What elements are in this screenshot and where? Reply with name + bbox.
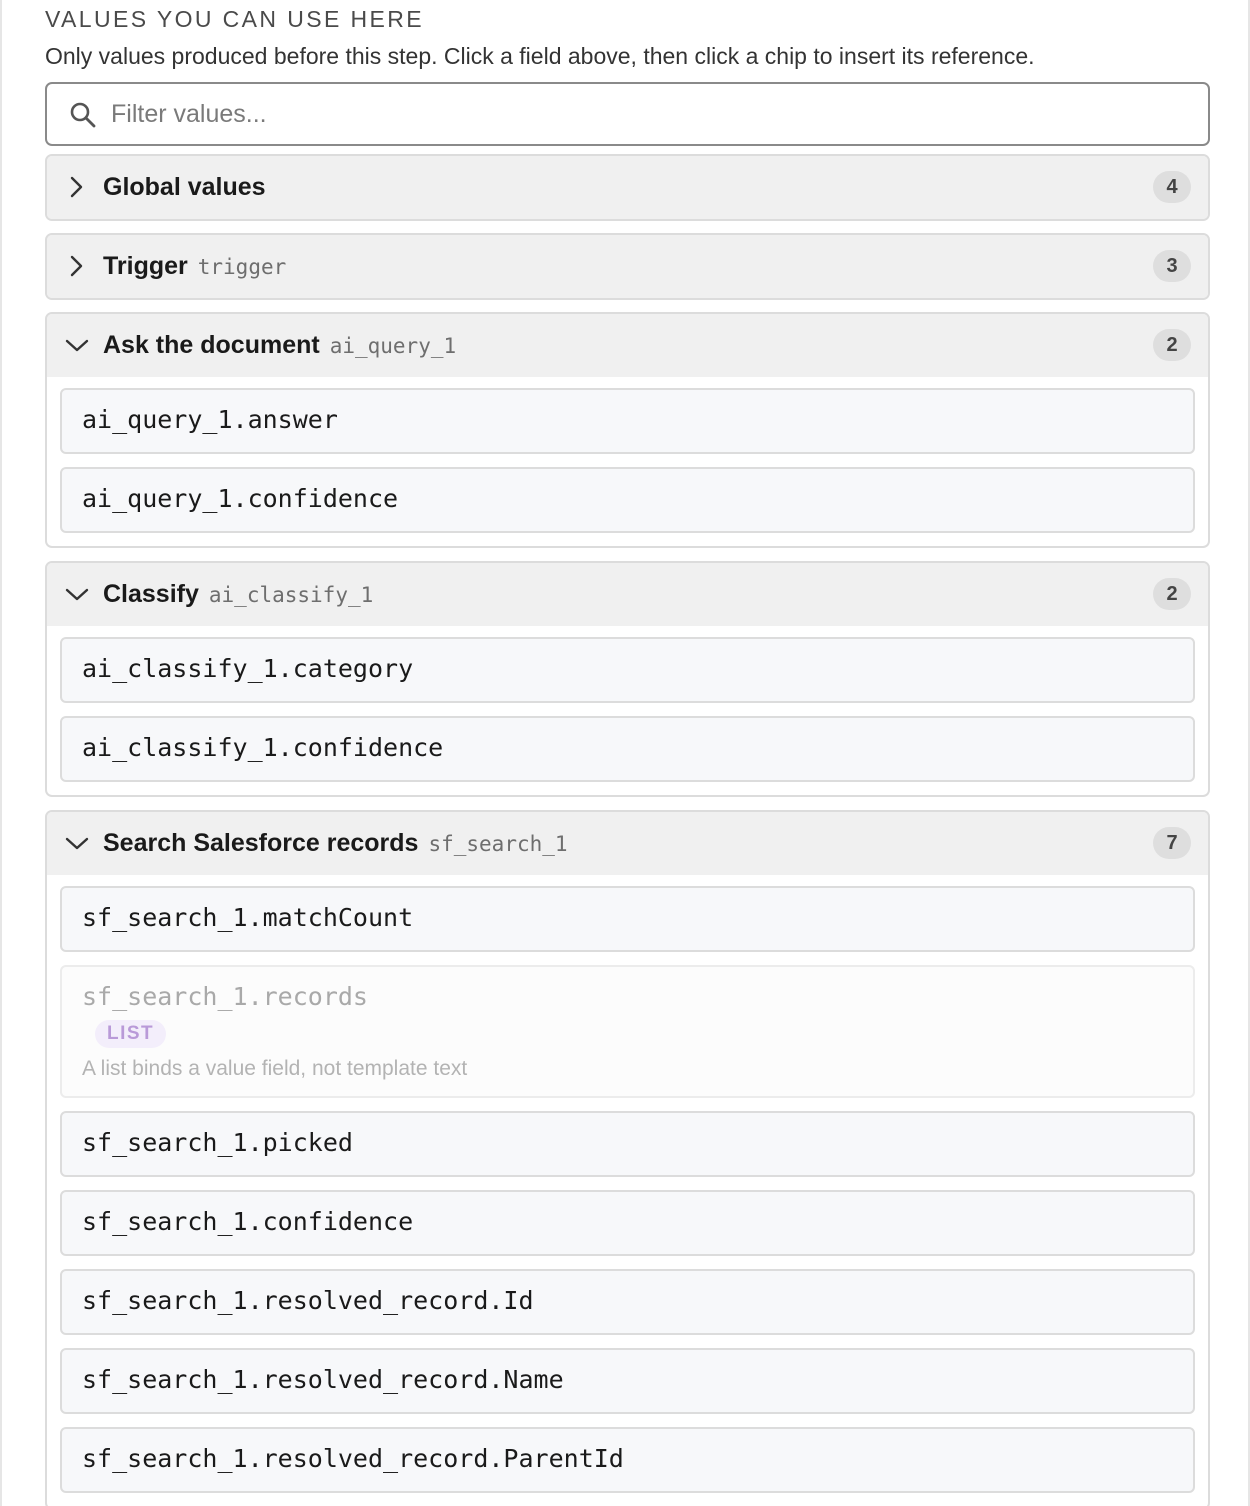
value-chip[interactable]: sf_search_1.resolved_record.Name [60,1348,1195,1414]
list-type-badge: LIST [95,1020,167,1048]
values-panel: VALUES YOU CAN USE HERE Only values prod… [0,0,1250,1506]
group-title: Global values [103,173,266,201]
value-chip[interactable]: sf_search_1.confidence [60,1190,1195,1256]
value-reference: sf_search_1.resolved_record.Id [82,1286,534,1315]
group-items: ai_classify_1.category ai_classify_1.con… [47,626,1208,782]
filter-values-input[interactable] [111,94,1191,134]
group-title: Classify ai_classify_1 [103,580,374,608]
group-title: Ask the document ai_query_1 [103,331,457,359]
group-header-trigger[interactable]: Trigger trigger 3 [47,235,1208,298]
group-items: ai_query_1.answer ai_query_1.confidence [47,377,1208,533]
group-title: Search Salesforce records sf_search_1 [103,829,568,857]
group-step-id: ai_query_1 [329,334,457,358]
value-reference: ai_query_1.answer [82,405,338,434]
value-reference: sf_search_1.resolved_record.Name [82,1365,564,1394]
value-chip[interactable]: ai_classify_1.category [60,637,1195,703]
value-reference: sf_search_1.resolved_record.ParentId [82,1444,624,1473]
group-step-id: trigger [197,255,287,279]
value-reference: ai_query_1.confidence [82,484,399,513]
value-chip[interactable]: sf_search_1.resolved_record.ParentId [60,1427,1195,1493]
value-reference: ai_classify_1.category [82,654,414,683]
group-count-badge: 3 [1153,250,1191,282]
value-reference: sf_search_1.picked [82,1128,353,1157]
group-count-badge: 2 [1153,578,1191,610]
search-icon [70,102,96,128]
value-chip[interactable]: sf_search_1.picked [60,1111,1195,1177]
group-step-id: ai_classify_1 [208,583,374,607]
value-reference: sf_search_1.records [82,982,368,1011]
group-header-global-values[interactable]: Global values 4 [47,156,1208,219]
group-trigger: Trigger trigger 3 [45,233,1210,300]
value-reference: sf_search_1.matchCount [82,903,414,932]
group-header-search-salesforce-records[interactable]: Search Salesforce records sf_search_1 7 [47,812,1208,875]
group-ask-the-document: Ask the document ai_query_1 2 ai_query_1.… [45,312,1210,548]
value-chip[interactable]: ai_query_1.answer [60,388,1195,454]
group-count-badge: 7 [1153,827,1191,859]
group-global-values: Global values 4 [45,154,1210,221]
chevron-right-icon [70,176,83,198]
chevron-down-icon [65,339,89,352]
group-classify: Classify ai_classify_1 2 ai_classify_1.ca… [45,561,1210,797]
group-header-classify[interactable]: Classify ai_classify_1 2 [47,563,1208,626]
value-reference: ai_classify_1.confidence [82,733,444,762]
group-title: Trigger trigger [103,252,287,280]
panel-description: Only values produced before this step. C… [45,43,1035,69]
chevron-right-icon [70,255,83,277]
filter-box [45,82,1210,146]
value-chip[interactable]: ai_classify_1.confidence [60,716,1195,782]
panel-heading: VALUES YOU CAN USE HERE [45,6,424,32]
value-chip[interactable]: ai_query_1.confidence [60,467,1195,533]
group-step-id: sf_search_1 [428,832,568,856]
value-chip[interactable]: sf_search_1.resolved_record.Id [60,1269,1195,1335]
group-count-badge: 4 [1153,171,1191,203]
group-count-badge: 2 [1153,329,1191,361]
value-chip-disabled: sf_search_1.records LIST A list binds a … [60,965,1195,1098]
value-chip[interactable]: sf_search_1.matchCount [60,886,1195,952]
chevron-down-icon [65,837,89,850]
value-reference: sf_search_1.confidence [82,1207,414,1236]
chevron-down-icon [65,588,89,601]
group-search-salesforce-records: Search Salesforce records sf_search_1 7 s… [45,810,1210,1506]
group-header-ask-the-document[interactable]: Ask the document ai_query_1 2 [47,314,1208,377]
disabled-reason: A list binds a value field, not template… [82,1057,468,1080]
group-items: sf_search_1.matchCount sf_search_1.recor… [47,875,1208,1493]
